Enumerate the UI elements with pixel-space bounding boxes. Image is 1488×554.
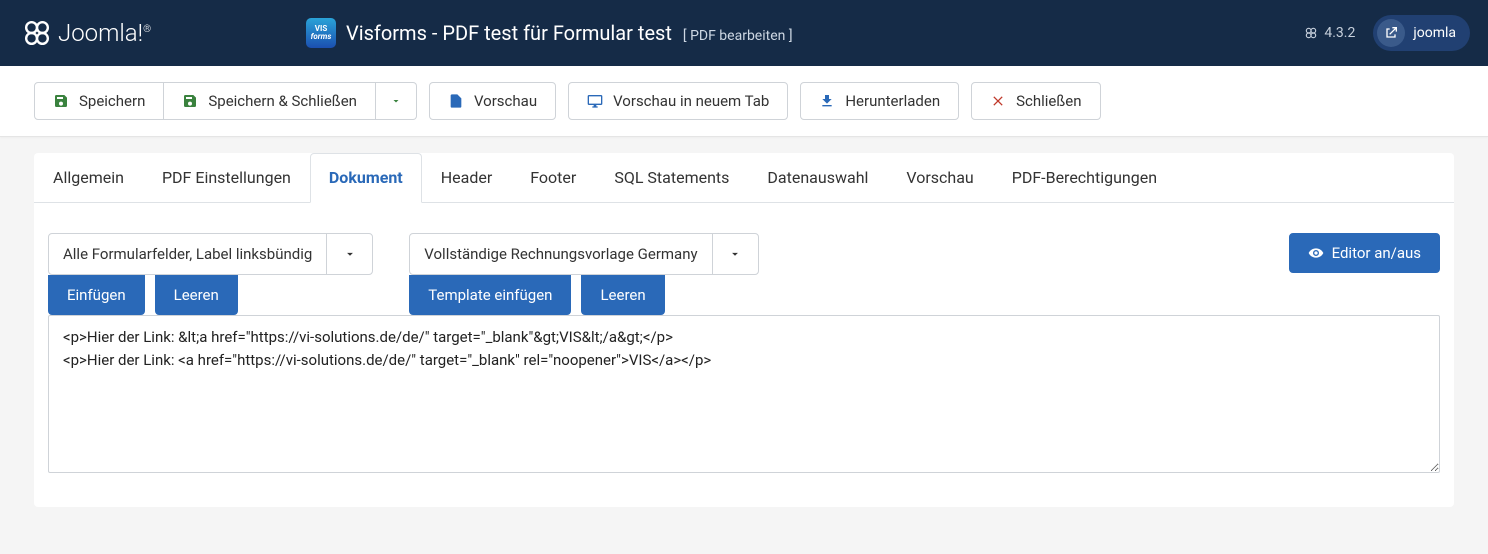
save-dropdown-button[interactable] (376, 82, 417, 120)
joomla-small-icon (1304, 26, 1318, 40)
page-subtitle: [ PDF bearbeiten ] (683, 28, 793, 44)
tab-pdf-einstellungen[interactable]: PDF Einstellungen (143, 153, 310, 202)
save-button-group: Speichern Speichern & Schließen (34, 82, 417, 120)
insert-template-button[interactable]: Template einfügen (409, 275, 571, 315)
save-icon (53, 93, 69, 109)
download-icon (819, 93, 835, 109)
tab-dokument[interactable]: Dokument (310, 153, 422, 203)
chevron-down-icon (390, 95, 402, 107)
field-select[interactable]: Alle Formularfelder, Label linksbündig (48, 233, 373, 275)
desktop-icon (587, 93, 603, 109)
joomla-logo: Joomla!® (24, 19, 151, 47)
template-insert-group: Vollständige Rechnungsvorlage Germany Te… (409, 233, 758, 315)
field-insert-group: Alle Formularfelder, Label linksbündig E… (48, 233, 373, 315)
tab-pdf-berechtigungen[interactable]: PDF-Berechtigungen (993, 153, 1176, 202)
preview-new-tab-button[interactable]: Vorschau in neuem Tab (568, 82, 788, 120)
brand-text: Joomla! (58, 19, 143, 47)
editor-toggle-button[interactable]: Editor an/aus (1289, 233, 1440, 273)
tabs: Allgemein PDF Einstellungen Dokument Hea… (34, 153, 1454, 203)
document-panel: Alle Formularfelder, Label linksbündig E… (34, 203, 1454, 507)
title-area: VIS forms Visforms - PDF test für Formul… (290, 0, 1286, 66)
tab-datenauswahl[interactable]: Datenauswahl (748, 153, 887, 202)
template-select[interactable]: Vollständige Rechnungsvorlage Germany (409, 233, 758, 275)
template-select-value: Vollständige Rechnungsvorlage Germany (410, 234, 711, 274)
header-right: 4.3.2 joomla (1286, 0, 1488, 66)
brand-area[interactable]: Joomla!® (0, 0, 290, 66)
content: Allgemein PDF Einstellungen Dokument Hea… (0, 153, 1488, 507)
page-title: Visforms - PDF test für Formular test (346, 21, 672, 45)
eye-icon (1308, 245, 1324, 261)
chevron-down-icon (728, 247, 742, 261)
external-link-icon (1383, 25, 1399, 41)
field-select-value: Alle Formularfelder, Label linksbündig (49, 234, 326, 274)
insert-field-button[interactable]: Einfügen (48, 275, 145, 315)
version-text: 4.3.2 (1324, 25, 1355, 41)
top-header: Joomla!® VIS forms Visforms - PDF test f… (0, 0, 1488, 66)
joomla-icon (24, 20, 50, 46)
tab-header[interactable]: Header (422, 153, 512, 202)
tab-footer[interactable]: Footer (511, 153, 595, 202)
close-icon (990, 93, 1006, 109)
tab-sql-statements[interactable]: SQL Statements (595, 153, 748, 202)
document-code-editor[interactable] (48, 315, 1440, 473)
save-button[interactable]: Speichern (34, 82, 164, 120)
save-close-button[interactable]: Speichern & Schließen (164, 82, 376, 120)
trademark-icon: ® (143, 24, 151, 35)
tab-vorschau[interactable]: Vorschau (887, 153, 992, 202)
file-icon (448, 93, 464, 109)
visforms-icon: VIS forms (306, 18, 336, 48)
download-button[interactable]: Herunterladen (800, 82, 959, 120)
close-button[interactable]: Schließen (971, 82, 1100, 120)
clear-field-button[interactable]: Leeren (155, 275, 238, 315)
chevron-down-icon (343, 247, 357, 261)
user-menu[interactable]: joomla (1373, 15, 1470, 51)
clear-template-button[interactable]: Leeren (581, 275, 664, 315)
field-select-caret[interactable] (326, 234, 372, 274)
tab-allgemein[interactable]: Allgemein (34, 153, 143, 202)
joomla-version[interactable]: 4.3.2 (1304, 25, 1355, 41)
save-icon (182, 93, 198, 109)
preview-button[interactable]: Vorschau (429, 82, 556, 120)
user-name: joomla (1413, 25, 1456, 41)
toolbar: Speichern Speichern & Schließen Vorschau… (0, 66, 1488, 137)
template-select-caret[interactable] (712, 234, 758, 274)
